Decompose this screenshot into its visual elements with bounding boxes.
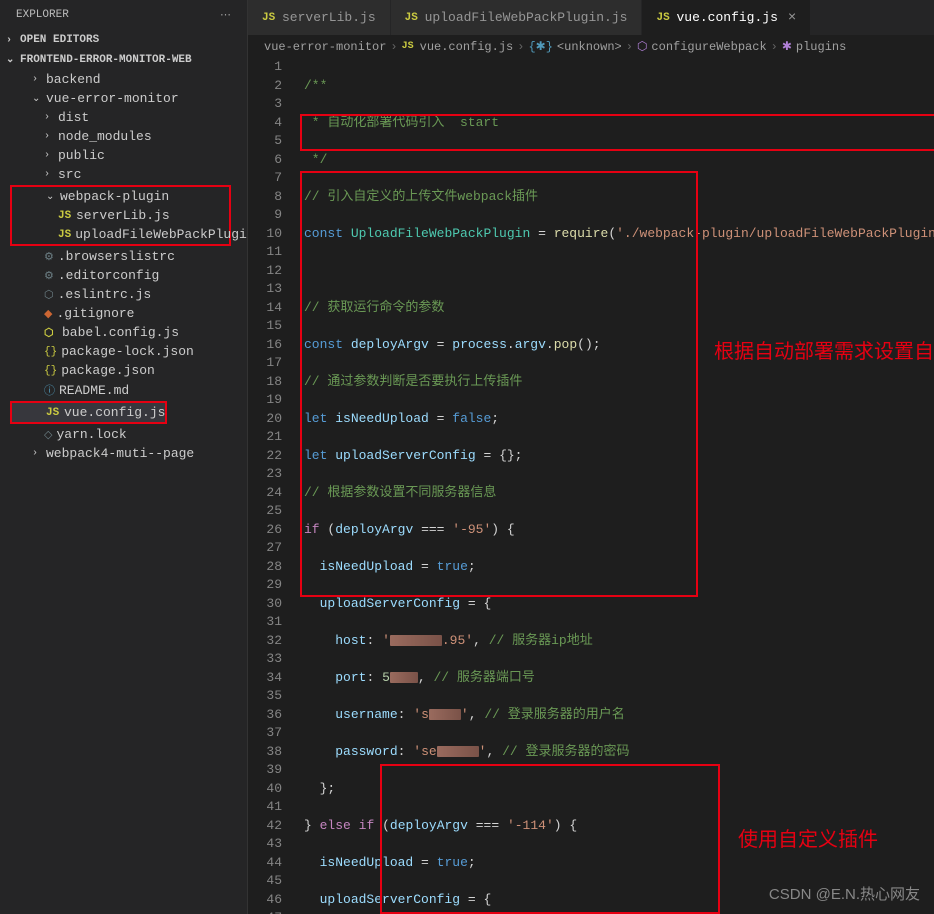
folder-webpack4[interactable]: ›webpack4-muti--page xyxy=(0,444,247,463)
watermark: CSDN @E.N.热心网友 xyxy=(769,883,920,904)
line-numbers: 1234567891011121314151617181920212223242… xyxy=(248,58,296,914)
file-serverlib[interactable]: JSserverLib.js xyxy=(12,206,229,225)
chevron-right-icon: › xyxy=(6,35,16,46)
file-babel-config[interactable]: ⬡babel.config.js xyxy=(0,323,247,342)
chevron-down-icon: ⌄ xyxy=(6,54,16,66)
file-vue-config[interactable]: JSvue.config.js xyxy=(12,403,165,422)
breadcrumb[interactable]: vue-error-monitor› JSvue.config.js› {✱}<… xyxy=(248,35,934,58)
folder-src[interactable]: ›src xyxy=(0,165,247,184)
folder-vue-error-monitor[interactable]: ⌄vue-error-monitor xyxy=(0,89,247,108)
code-content[interactable]: /** * 自动化部署代码引入 start */ // 引入自定义的上传文件we… xyxy=(296,58,934,914)
explorer-title: EXPLORER ⋯ xyxy=(0,0,247,30)
file-gitignore[interactable]: ◆.gitignore xyxy=(0,304,247,323)
file-package-json[interactable]: {}package.json xyxy=(0,361,247,380)
tab-upload-plugin[interactable]: JSuploadFileWebPackPlugin.js xyxy=(391,0,643,35)
folder-dist[interactable]: ›dist xyxy=(0,108,247,127)
open-editors-header[interactable]: › OPEN EDITORS xyxy=(0,30,247,50)
file-upload-plugin[interactable]: JSuploadFileWebPackPlugin.js xyxy=(12,225,229,244)
file-browserslistrc[interactable]: ⚙.browserslistrc xyxy=(0,247,247,266)
file-readme[interactable]: ⓘREADME.md xyxy=(0,380,247,400)
file-yarn-lock[interactable]: ◇yarn.lock xyxy=(0,425,247,444)
close-icon[interactable]: × xyxy=(784,10,796,26)
explorer-sidebar: EXPLORER ⋯ › OPEN EDITORS ⌄ FRONTEND-ERR… xyxy=(0,0,248,914)
file-package-lock[interactable]: {}package-lock.json xyxy=(0,342,247,361)
more-icon[interactable]: ⋯ xyxy=(220,8,231,22)
file-eslintrc[interactable]: ⬡.eslintrc.js xyxy=(0,285,247,304)
folder-node-modules[interactable]: ›node_modules xyxy=(0,127,247,146)
folder-public[interactable]: ›public xyxy=(0,146,247,165)
file-tree: ›backend ⌄vue-error-monitor ›dist ›node_… xyxy=(0,70,247,463)
file-editorconfig[interactable]: ⚙.editorconfig xyxy=(0,266,247,285)
folder-webpack-plugin[interactable]: ⌄webpack-plugin xyxy=(12,187,229,206)
tab-vue-config[interactable]: JSvue.config.js× xyxy=(642,0,811,35)
tab-bar: JSserverLib.js JSuploadFileWebPackPlugin… xyxy=(248,0,934,35)
tab-serverlib[interactable]: JSserverLib.js xyxy=(248,0,391,35)
project-header[interactable]: ⌄ FRONTEND-ERROR-MONITOR-WEB xyxy=(0,50,247,70)
folder-backend[interactable]: ›backend xyxy=(0,70,247,89)
code-editor[interactable]: 1234567891011121314151617181920212223242… xyxy=(248,58,934,914)
editor-area: JSserverLib.js JSuploadFileWebPackPlugin… xyxy=(248,0,934,914)
